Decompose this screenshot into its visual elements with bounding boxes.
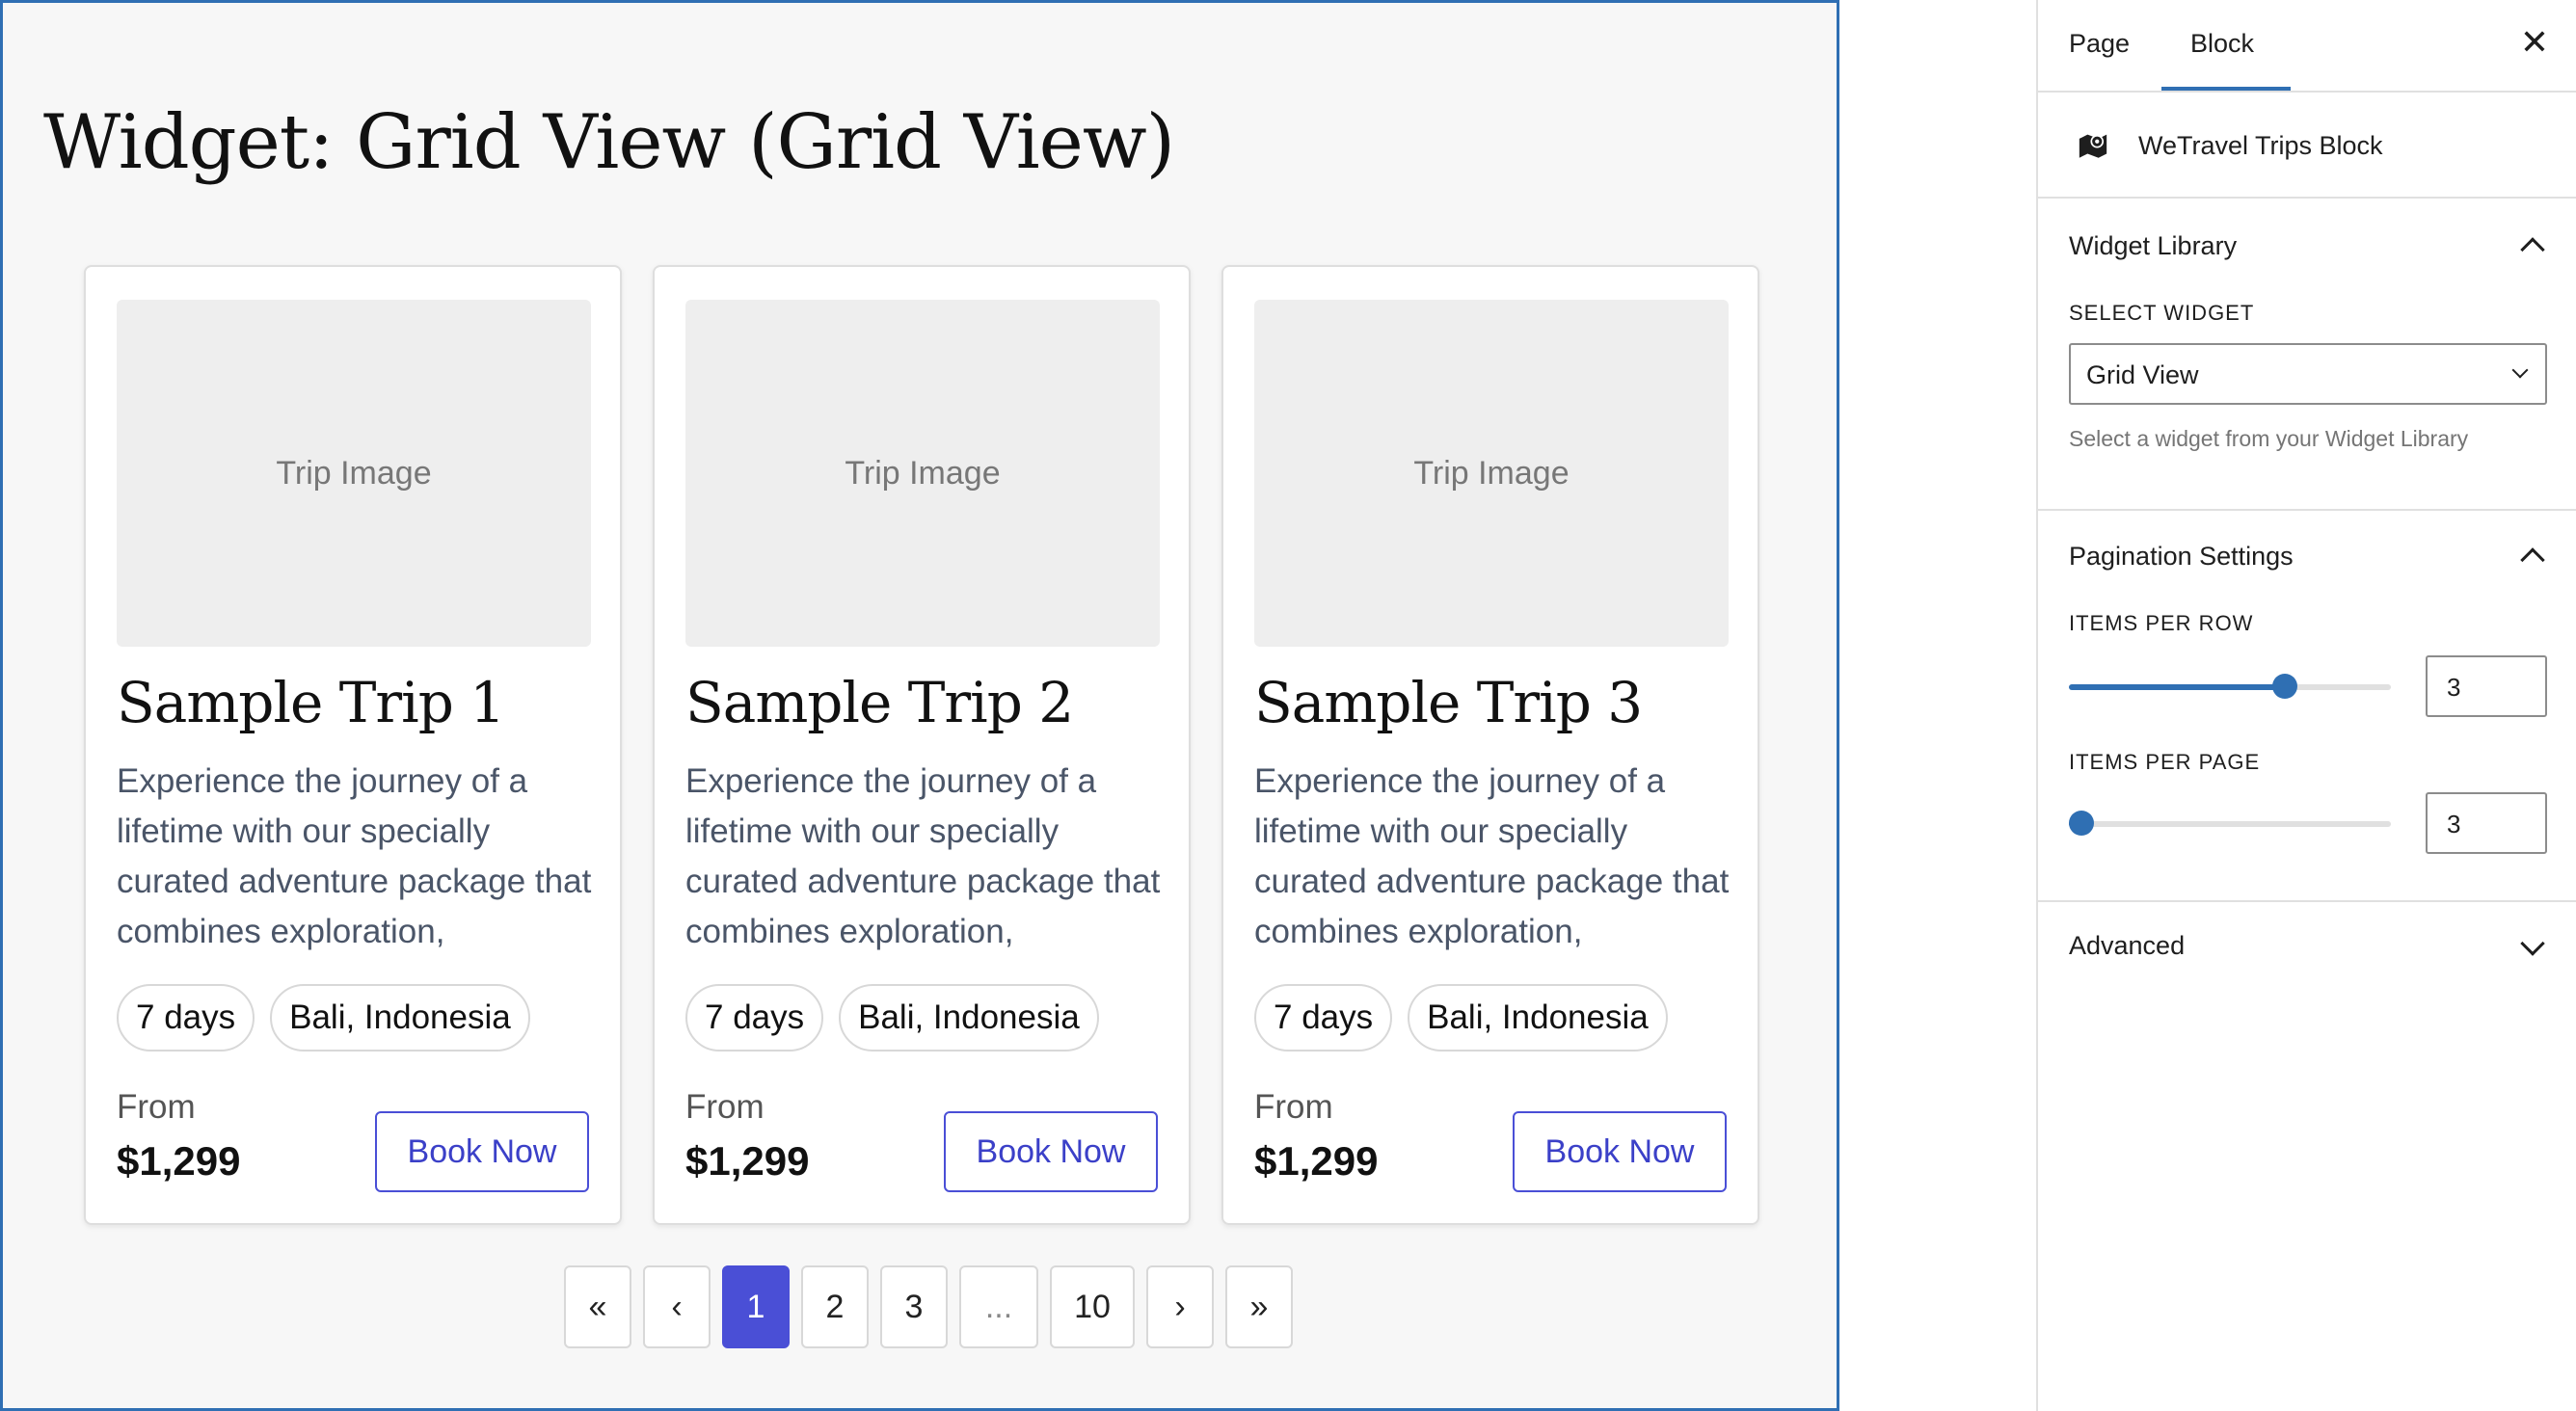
trip-tags: 7 days Bali, Indonesia [685,984,1099,1052]
prev-page-button[interactable]: ‹ [643,1265,711,1348]
trip-image-placeholder: Trip Image [117,300,591,647]
trip-price: $1,299 [117,1138,241,1184]
trip-grid: Trip Image Sample Trip 1 Experience the … [84,265,1759,1225]
trip-card: Trip Image Sample Trip 2 Experience the … [653,265,1191,1225]
map-marker-icon [2079,134,2107,158]
tab-page[interactable]: Page [2069,29,2130,59]
trip-tags: 7 days Bali, Indonesia [117,984,530,1052]
pagination-ellipsis: ... [959,1265,1038,1348]
items-per-row-slider[interactable] [2069,674,2391,699]
items-per-page-slider[interactable] [2069,811,2391,836]
select-widget-label: SELECT WIDGET [2069,301,2255,325]
trip-description: Experience the journey of a lifetime wit… [685,762,1161,950]
widget-select-help: Select a widget from your Widget Library [2069,426,2469,451]
trip-card: Trip Image Sample Trip 3 Experience the … [1221,265,1759,1225]
book-now-button[interactable]: Book Now [1513,1111,1727,1192]
items-per-page-input[interactable]: 3 [2426,792,2547,854]
widget-library-toggle[interactable]: Widget Library [2069,231,2237,261]
block-card: WeTravel Trips Block [2038,93,2576,199]
page-button-2[interactable]: 2 [801,1265,869,1348]
pagination: « ‹ 1 2 3 ... 10 › » [564,1265,1293,1348]
book-now-button[interactable]: Book Now [375,1111,589,1192]
chevron-up-icon[interactable] [2520,547,2545,572]
pagination-settings-panel: Pagination Settings ITEMS PER ROW 3 ITEM… [2038,511,2576,902]
items-per-row-label: ITEMS PER ROW [2069,611,2254,635]
duration-tag: 7 days [685,984,824,1052]
trip-title: Sample Trip 2 [685,670,1074,735]
chevron-down-icon[interactable] [2520,931,2545,956]
advanced-panel: Advanced [2038,902,2576,998]
trip-title: Sample Trip 1 [117,670,505,735]
location-tag: Bali, Indonesia [270,984,530,1052]
trip-image-placeholder: Trip Image [1254,300,1729,647]
widget-select-value: Grid View [2086,360,2199,389]
editor-canvas[interactable]: Widget: Grid View (Grid View) Trip Image… [0,0,1839,1411]
chevron-down-icon [2511,361,2529,379]
next-page-button[interactable]: › [1146,1265,1214,1348]
items-per-row-input[interactable]: 3 [2426,655,2547,717]
block-name: WeTravel Trips Block [2138,131,2383,160]
items-per-row-slider-thumb[interactable] [2271,674,2297,699]
from-label: From [117,1088,196,1126]
page-button-10[interactable]: 10 [1050,1265,1135,1348]
items-per-row-slider-fill [2069,684,2285,690]
canvas-gutter [1839,0,2036,1411]
trip-card: Trip Image Sample Trip 1 Experience the … [84,265,622,1225]
page-button-1[interactable]: 1 [722,1265,790,1348]
chevron-up-icon[interactable] [2520,237,2545,262]
location-tag: Bali, Indonesia [839,984,1099,1052]
page-title[interactable]: Widget: Grid View (Grid View) [43,99,1175,186]
trip-price: $1,299 [1254,1138,1379,1184]
first-page-button[interactable]: « [564,1265,631,1348]
duration-tag: 7 days [117,984,255,1052]
trip-price: $1,299 [685,1138,810,1184]
trip-description: Experience the journey of a lifetime wit… [1254,762,1730,950]
trip-tags: 7 days Bali, Indonesia [1254,984,1668,1052]
widget-select[interactable]: Grid View [2069,343,2547,405]
page-button-3[interactable]: 3 [880,1265,948,1348]
widget-library-panel: Widget Library SELECT WIDGET Grid View S… [2038,199,2576,511]
tab-block[interactable]: Block [2190,29,2254,59]
duration-tag: 7 days [1254,984,1393,1052]
settings-sidebar: Page Block ✕ WeTravel Trips Block Widget… [2036,0,2576,1411]
from-label: From [685,1088,765,1126]
from-label: From [1254,1088,1333,1126]
trip-description: Experience the journey of a lifetime wit… [117,762,592,950]
items-per-page-label: ITEMS PER PAGE [2069,750,2261,774]
advanced-toggle[interactable]: Advanced [2069,931,2185,961]
book-now-button[interactable]: Book Now [944,1111,1158,1192]
active-tab-indicator [2161,87,2291,91]
trip-title: Sample Trip 3 [1254,670,1643,735]
close-icon[interactable]: ✕ [2520,25,2549,60]
trip-image-placeholder: Trip Image [685,300,1160,647]
pagination-settings-toggle[interactable]: Pagination Settings [2069,542,2294,572]
last-page-button[interactable]: » [1225,1265,1293,1348]
sidebar-tabs: Page Block ✕ [2038,0,2576,93]
location-tag: Bali, Indonesia [1408,984,1668,1052]
items-per-page-slider-thumb[interactable] [2069,811,2095,836]
